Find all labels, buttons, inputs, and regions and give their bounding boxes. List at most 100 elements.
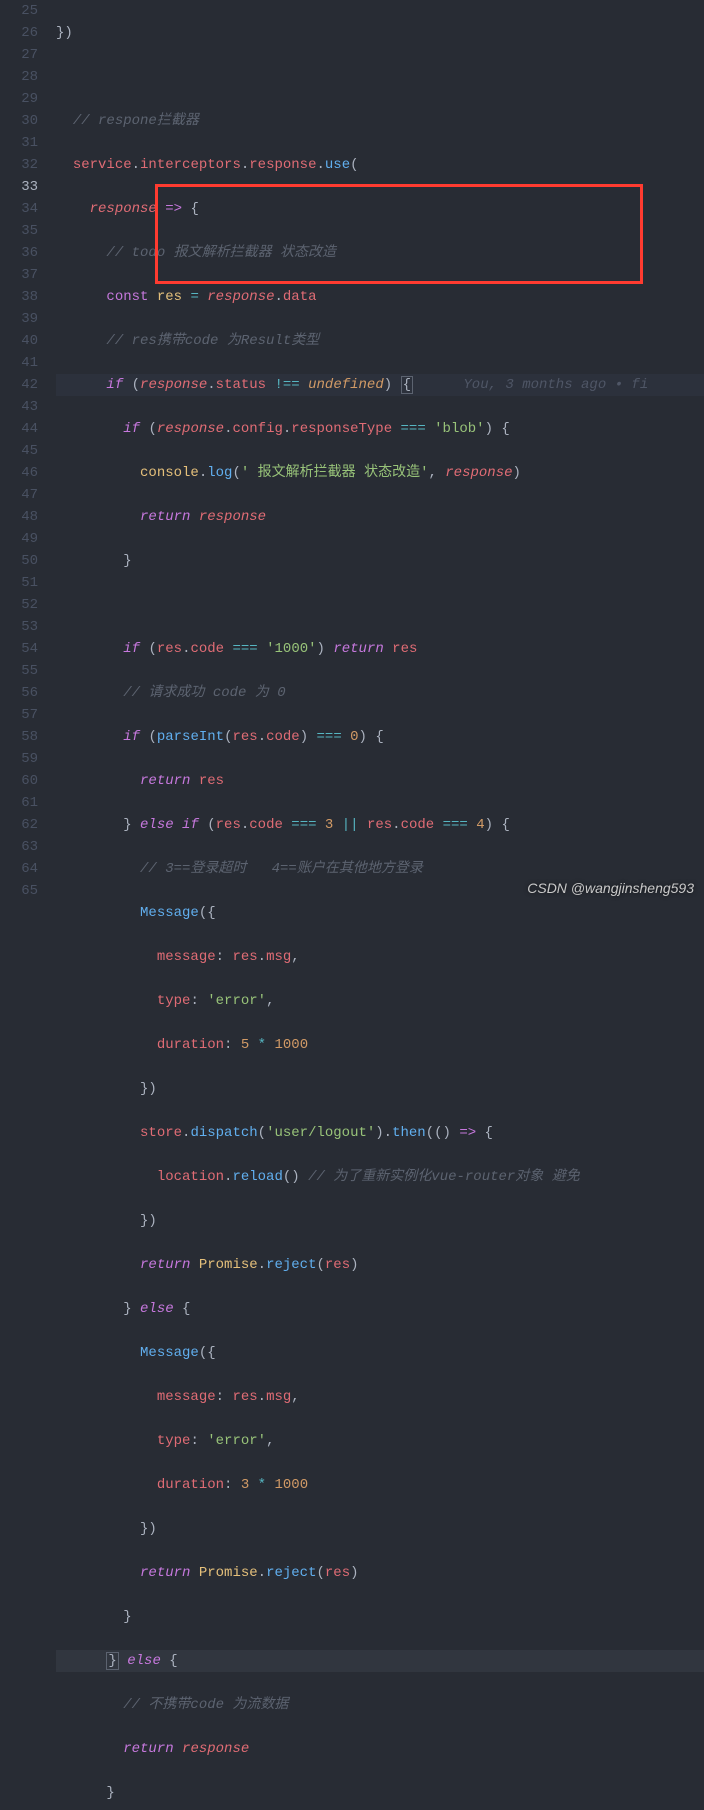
- token: 3: [325, 817, 333, 833]
- token: 4: [476, 817, 484, 833]
- code-line[interactable]: [56, 594, 704, 616]
- token: Message: [140, 905, 199, 921]
- token: code: [190, 641, 224, 657]
- token: res: [157, 289, 182, 305]
- code-line[interactable]: }): [56, 1518, 704, 1540]
- token: response: [207, 289, 274, 305]
- code-line[interactable]: type: 'error',: [56, 1430, 704, 1452]
- token: return: [140, 509, 190, 525]
- comment-token: // todo 报文解析拦截器 状态改造: [106, 245, 336, 261]
- git-blame-annotation: You, 3 months ago • fi: [463, 377, 648, 393]
- code-line[interactable]: if (res.code === '1000') return res: [56, 638, 704, 660]
- code-line[interactable]: } else if (res.code === 3 || res.code ==…: [56, 814, 704, 836]
- token: res: [232, 1389, 257, 1405]
- token: responseType: [291, 421, 392, 437]
- code-line[interactable]: return res: [56, 770, 704, 792]
- code-line[interactable]: // respone拦截器: [56, 110, 704, 132]
- code-line[interactable]: }): [56, 1078, 704, 1100]
- code-line[interactable]: message: res.msg,: [56, 1386, 704, 1408]
- token: 3: [241, 1477, 249, 1493]
- token: service: [73, 157, 132, 173]
- token: 5: [241, 1037, 249, 1053]
- code-line[interactable]: // 3==登录超时 4==账户在其他地方登录: [56, 858, 704, 880]
- code-line[interactable]: duration: 5 * 1000: [56, 1034, 704, 1056]
- code-line[interactable]: }: [56, 1782, 704, 1804]
- line-number: 26: [0, 22, 38, 44]
- code-line[interactable]: if (response.config.responseType === 'bl…: [56, 418, 704, 440]
- token: return: [333, 641, 383, 657]
- token: 'user/logout': [266, 1125, 375, 1141]
- line-number: 36: [0, 242, 38, 264]
- token: 'blob': [434, 421, 484, 437]
- code-line[interactable]: service.interceptors.response.use(: [56, 154, 704, 176]
- token: msg: [266, 949, 291, 965]
- token: return: [140, 1257, 190, 1273]
- code-line[interactable]: }): [56, 22, 704, 44]
- line-number: 53: [0, 616, 38, 638]
- line-number: 49: [0, 528, 38, 550]
- code-area[interactable]: }) // respone拦截器 service.interceptors.re…: [56, 0, 704, 905]
- token: return: [140, 773, 190, 789]
- line-number: 37: [0, 264, 38, 286]
- line-number: 62: [0, 814, 38, 836]
- line-number: 34: [0, 198, 38, 220]
- code-line[interactable]: return response: [56, 1738, 704, 1760]
- token: response: [445, 465, 512, 481]
- code-line[interactable]: }): [56, 1210, 704, 1232]
- token: config: [232, 421, 282, 437]
- code-line[interactable]: duration: 3 * 1000: [56, 1474, 704, 1496]
- code-line[interactable]: } else {: [56, 1650, 704, 1672]
- comment-token: // 3==登录超时 4==账户在其他地方登录: [140, 861, 423, 877]
- token: res: [367, 817, 392, 833]
- code-line[interactable]: // todo 报文解析拦截器 状态改造: [56, 242, 704, 264]
- code-line[interactable]: store.dispatch('user/logout').then(() =>…: [56, 1122, 704, 1144]
- code-line[interactable]: type: 'error',: [56, 990, 704, 1012]
- code-line[interactable]: // 请求成功 code 为 0: [56, 682, 704, 704]
- token: const: [106, 289, 148, 305]
- line-number: 50: [0, 550, 38, 572]
- token: duration: [157, 1477, 224, 1493]
- line-number: 61: [0, 792, 38, 814]
- code-line[interactable]: response => {: [56, 198, 704, 220]
- code-line[interactable]: Message({: [56, 1342, 704, 1364]
- token: data: [283, 289, 317, 305]
- token: message: [157, 1389, 216, 1405]
- code-line[interactable]: return Promise.reject(res): [56, 1562, 704, 1584]
- code-line[interactable]: return Promise.reject(res): [56, 1254, 704, 1276]
- code-line[interactable]: Message({: [56, 902, 704, 924]
- code-line[interactable]: return response: [56, 506, 704, 528]
- token: dispatch: [190, 1125, 257, 1141]
- code-line[interactable]: const res = response.data: [56, 286, 704, 308]
- code-editor[interactable]: 25 26 27 28 29 30 31 32 33 34 35 36 37 3…: [0, 0, 704, 905]
- line-number: 30: [0, 110, 38, 132]
- line-number: 43: [0, 396, 38, 418]
- line-number: 46: [0, 462, 38, 484]
- line-number: 48: [0, 506, 38, 528]
- line-number: 57: [0, 704, 38, 726]
- token: }: [123, 553, 131, 569]
- code-line[interactable]: }: [56, 550, 704, 572]
- token: Promise: [199, 1257, 258, 1273]
- token: Promise: [199, 1565, 258, 1581]
- token: '1000': [266, 641, 316, 657]
- code-line[interactable]: // res携带code 为Result类型: [56, 330, 704, 352]
- code-line[interactable]: [56, 66, 704, 88]
- token: code: [266, 729, 300, 745]
- token: res: [232, 949, 257, 965]
- line-number: 54: [0, 638, 38, 660]
- token: 'error': [207, 993, 266, 1009]
- token: 0: [350, 729, 358, 745]
- code-line[interactable]: if (parseInt(res.code) === 0) {: [56, 726, 704, 748]
- line-number-active: 33: [0, 176, 38, 198]
- code-line[interactable]: console.log(' 报文解析拦截器 状态改造', response): [56, 462, 704, 484]
- token: response: [182, 1741, 249, 1757]
- line-number: 27: [0, 44, 38, 66]
- token: code: [401, 817, 435, 833]
- code-line[interactable]: } else {: [56, 1298, 704, 1320]
- code-line[interactable]: message: res.msg,: [56, 946, 704, 968]
- token: use: [325, 157, 350, 173]
- code-line[interactable]: // 不携带code 为流数据: [56, 1694, 704, 1716]
- code-line[interactable]: }: [56, 1606, 704, 1628]
- code-line-active[interactable]: if (response.status !== undefined) { You…: [56, 374, 704, 396]
- code-line[interactable]: location.reload() // 为了重新实例化vue-router对象…: [56, 1166, 704, 1188]
